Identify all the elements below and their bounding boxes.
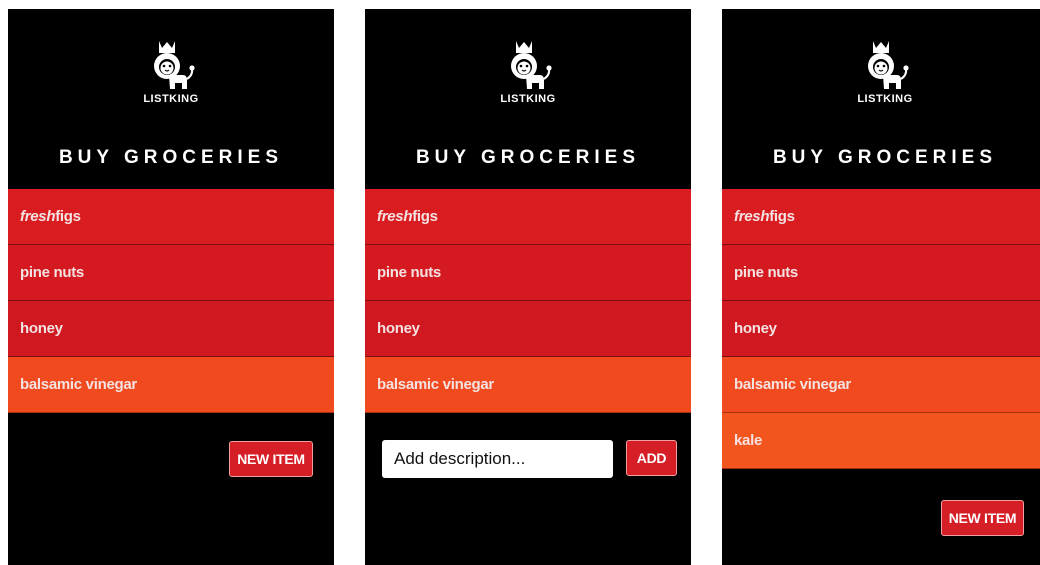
brand-name: LISTKING bbox=[500, 93, 556, 105]
list-title: BUY GROCERIES bbox=[58, 147, 284, 168]
app-logo: LISTKING bbox=[722, 39, 1040, 105]
grocery-list: fresh figs pine nuts honey balsamic vineg… bbox=[365, 189, 691, 413]
list-item[interactable]: fresh figs bbox=[365, 189, 691, 245]
list-item-label: honey bbox=[377, 320, 420, 337]
list-item[interactable]: balsamic vinegar bbox=[722, 357, 1040, 413]
list-title: BUY GROCERIES bbox=[772, 147, 998, 168]
lion-logo-icon bbox=[510, 40, 553, 90]
list-item-label: balsamic vinegar bbox=[734, 376, 851, 393]
phone-screen-updated-list: LISTKING BUY GROCERIES fresh figs pine nu… bbox=[722, 9, 1040, 565]
list-item-label: kale bbox=[734, 432, 762, 449]
new-item-button[interactable]: NEW ITEM bbox=[229, 441, 313, 477]
grocery-list: fresh figs pine nuts honey balsamic vineg… bbox=[8, 189, 334, 413]
list-item-label: honey bbox=[20, 320, 63, 337]
list-item[interactable]: pine nuts bbox=[365, 245, 691, 301]
list-item-emphasis: fresh bbox=[734, 208, 770, 225]
list-item-label: figs bbox=[55, 208, 81, 225]
list-item[interactable]: balsamic vinegar bbox=[365, 357, 691, 413]
list-item-label: figs bbox=[769, 208, 795, 225]
phone-screen-list: LISTKING BUY GROCERIES fresh figs pine nu… bbox=[8, 9, 334, 565]
list-item[interactable]: balsamic vinegar bbox=[8, 357, 334, 413]
list-title: BUY GROCERIES bbox=[415, 147, 641, 168]
lion-logo-icon bbox=[153, 40, 196, 90]
list-item[interactable]: pine nuts bbox=[722, 245, 1040, 301]
app-logo: LISTKING bbox=[365, 39, 691, 105]
list-item[interactable]: kale bbox=[722, 413, 1040, 469]
list-item[interactable]: pine nuts bbox=[8, 245, 334, 301]
list-item[interactable]: fresh figs bbox=[722, 189, 1040, 245]
list-item-label: balsamic vinegar bbox=[20, 376, 137, 393]
phone-screen-add: LISTKING BUY GROCERIES fresh figs pine nu… bbox=[365, 9, 691, 565]
list-item-emphasis: fresh bbox=[20, 208, 56, 225]
grocery-list: fresh figs pine nuts honey balsamic vineg… bbox=[722, 189, 1040, 469]
list-item[interactable]: honey bbox=[8, 301, 334, 357]
list-item-emphasis: fresh bbox=[377, 208, 413, 225]
list-item-label: pine nuts bbox=[377, 264, 441, 281]
new-item-button[interactable]: NEW ITEM bbox=[941, 500, 1024, 536]
lion-logo-icon bbox=[867, 40, 910, 90]
list-item[interactable]: honey bbox=[722, 301, 1040, 357]
description-input[interactable] bbox=[382, 440, 613, 478]
list-item-label: balsamic vinegar bbox=[377, 376, 494, 393]
list-item[interactable]: fresh figs bbox=[8, 189, 334, 245]
add-button[interactable]: ADD bbox=[626, 440, 677, 476]
app-logo: LISTKING bbox=[8, 39, 334, 105]
list-item-label: pine nuts bbox=[734, 264, 798, 281]
list-item-label: pine nuts bbox=[20, 264, 84, 281]
list-item[interactable]: honey bbox=[365, 301, 691, 357]
list-item-label: figs bbox=[412, 208, 438, 225]
list-item-label: honey bbox=[734, 320, 777, 337]
brand-name: LISTKING bbox=[857, 93, 913, 105]
brand-name: LISTKING bbox=[143, 93, 199, 105]
